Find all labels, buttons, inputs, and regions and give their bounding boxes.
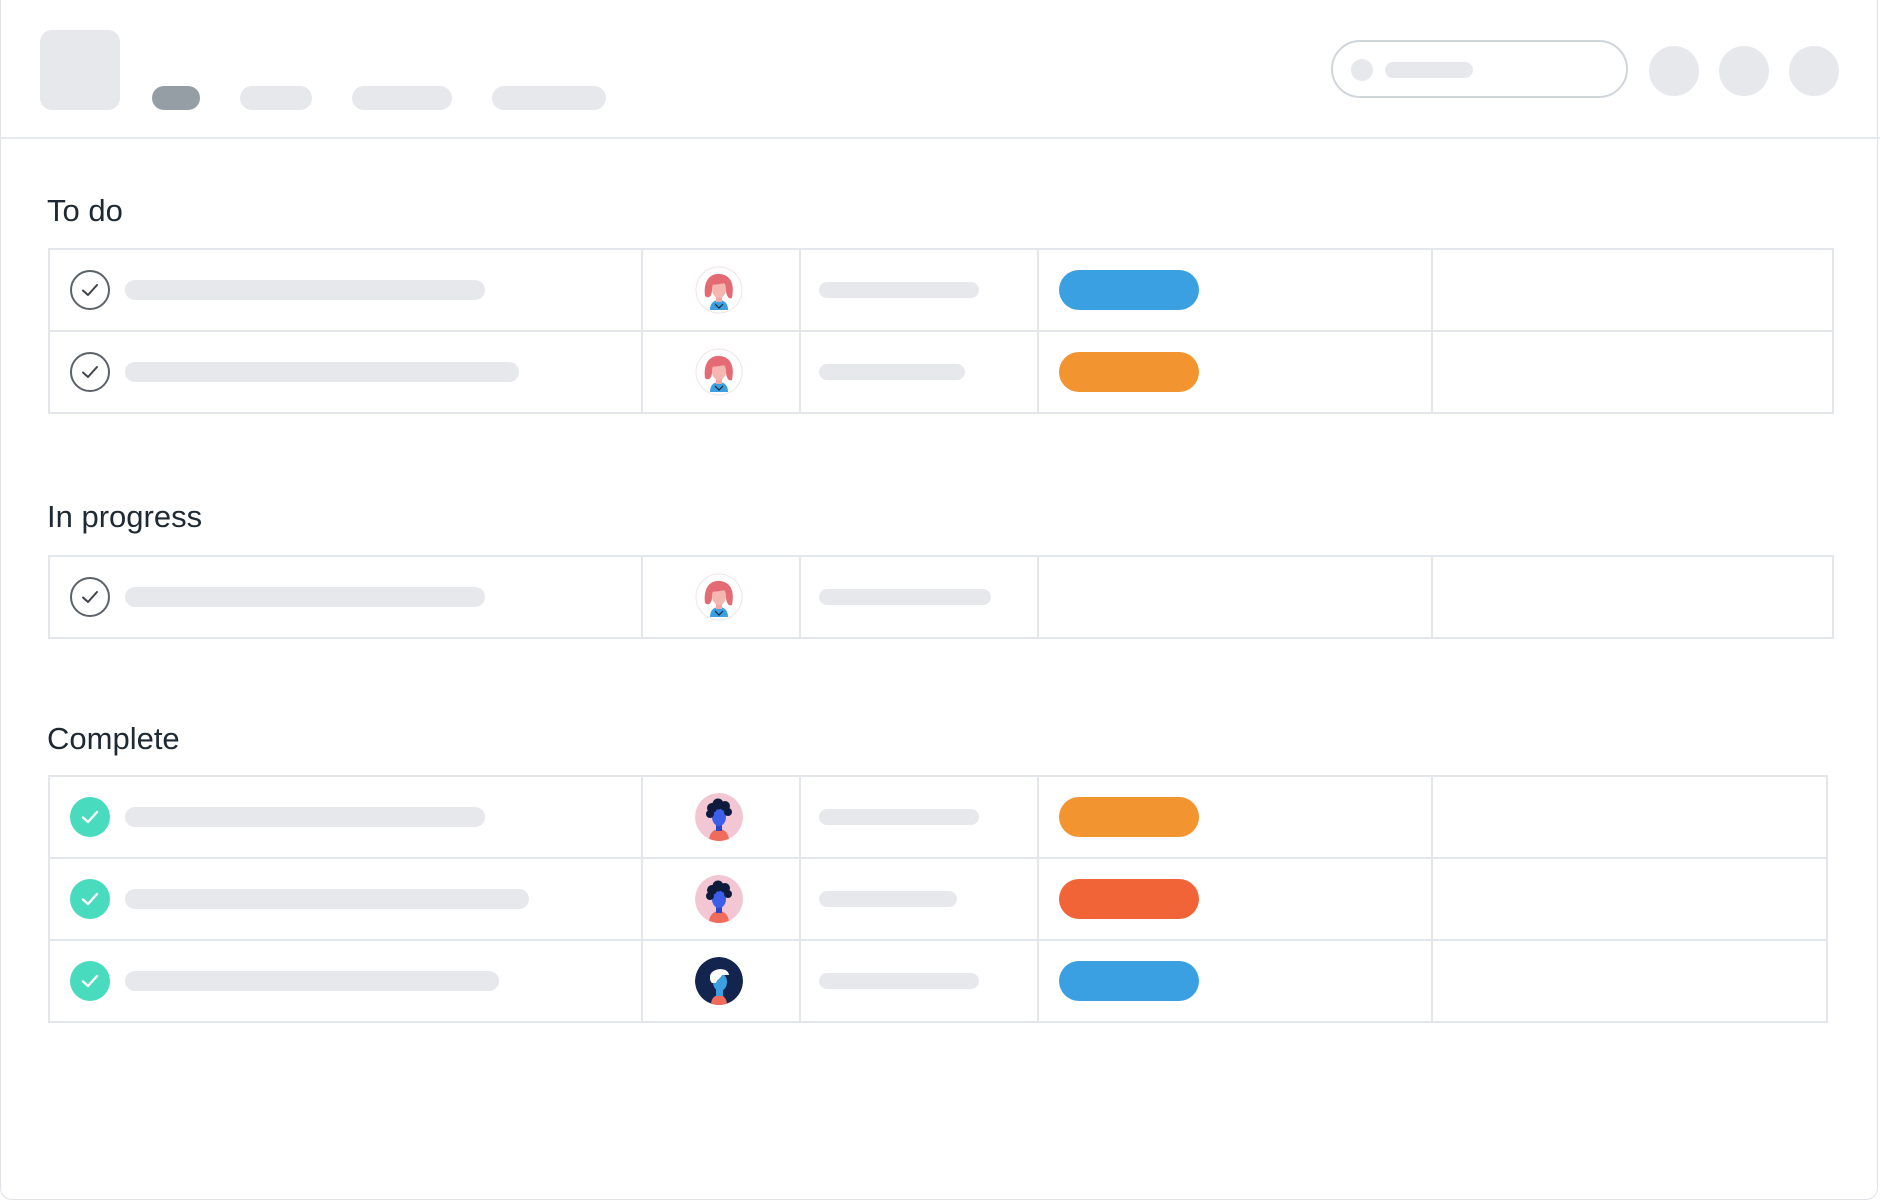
profile-icon[interactable] [1649, 46, 1699, 96]
empty-cell [1431, 330, 1834, 414]
due-date-cell [799, 939, 1039, 1023]
nav-tab-4[interactable] [492, 86, 606, 110]
completed-check-icon[interactable] [70, 961, 110, 1001]
task-title-placeholder[interactable] [125, 587, 485, 607]
assignee-cell [641, 857, 801, 941]
due-date-placeholder[interactable] [819, 589, 991, 605]
task-name-cell [48, 330, 643, 414]
due-date-cell [799, 775, 1039, 859]
top-bar [0, 0, 1880, 139]
curly-haired-person-avatar[interactable] [695, 793, 743, 841]
assignee-cell [641, 248, 801, 332]
tag-blue[interactable] [1059, 961, 1199, 1001]
section-title-in-progress: In progress [47, 499, 203, 534]
empty-cell [1431, 555, 1834, 639]
red-haired-woman-avatar[interactable] [695, 348, 743, 396]
red-haired-woman-avatar[interactable] [695, 266, 743, 314]
task-table-complete [48, 775, 1828, 1023]
task-row[interactable] [48, 248, 1834, 332]
task-name-cell [48, 248, 643, 332]
task-row[interactable] [48, 939, 1828, 1023]
task-title-placeholder[interactable] [125, 280, 485, 300]
curly-haired-person-avatar[interactable] [695, 875, 743, 923]
empty-cell [1431, 939, 1828, 1023]
task-row[interactable] [48, 775, 1828, 859]
due-date-cell [799, 330, 1039, 414]
section-title-complete: Complete [47, 721, 180, 756]
task-name-cell [48, 939, 643, 1023]
search-placeholder [1385, 62, 1473, 78]
task-title-placeholder[interactable] [125, 971, 499, 991]
nav-tab-1[interactable] [152, 86, 200, 110]
app-logo[interactable] [40, 30, 120, 110]
nav-tab-2[interactable] [240, 86, 312, 110]
notifications-icon[interactable] [1719, 46, 1769, 96]
settings-icon[interactable] [1789, 46, 1839, 96]
tag-cell [1037, 857, 1433, 941]
tag-cell [1037, 555, 1433, 639]
section-title-to-do: To do [47, 193, 123, 228]
due-date-cell [799, 248, 1039, 332]
assignee-cell [641, 939, 801, 1023]
task-row[interactable] [48, 857, 1828, 941]
task-table-in-progress [48, 555, 1834, 639]
due-date-placeholder[interactable] [819, 973, 979, 989]
task-row[interactable] [48, 555, 1834, 639]
red-haired-woman-avatar[interactable] [695, 573, 743, 621]
due-date-placeholder[interactable] [819, 809, 979, 825]
assignee-cell [641, 775, 801, 859]
completed-check-icon[interactable] [70, 797, 110, 837]
tag-cell [1037, 775, 1433, 859]
completed-check-icon[interactable] [70, 879, 110, 919]
due-date-placeholder[interactable] [819, 364, 965, 380]
due-date-placeholder[interactable] [819, 891, 957, 907]
task-name-cell [48, 555, 643, 639]
task-row[interactable] [48, 330, 1834, 414]
complete-toggle-icon[interactable] [70, 270, 110, 310]
assignee-cell [641, 330, 801, 414]
tag-orange[interactable] [1059, 352, 1199, 392]
tag-blue[interactable] [1059, 270, 1199, 310]
task-title-placeholder[interactable] [125, 362, 519, 382]
blue-haired-person-avatar[interactable] [695, 957, 743, 1005]
due-date-cell [799, 857, 1039, 941]
complete-toggle-icon[interactable] [70, 577, 110, 617]
tag-cell [1037, 248, 1433, 332]
assignee-cell [641, 555, 801, 639]
task-table-to-do [48, 248, 1834, 414]
task-name-cell [48, 775, 643, 859]
tag-cell [1037, 939, 1433, 1023]
tag-cell [1037, 330, 1433, 414]
task-name-cell [48, 857, 643, 941]
tag-orange[interactable] [1059, 797, 1199, 837]
search-input[interactable] [1331, 40, 1628, 98]
empty-cell [1431, 857, 1828, 941]
empty-cell [1431, 775, 1828, 859]
search-icon [1351, 59, 1373, 81]
due-date-placeholder[interactable] [819, 282, 979, 298]
nav-tab-3[interactable] [352, 86, 452, 110]
empty-cell [1431, 248, 1834, 332]
tag-red[interactable] [1059, 879, 1199, 919]
task-title-placeholder[interactable] [125, 807, 485, 827]
task-title-placeholder[interactable] [125, 889, 529, 909]
due-date-cell [799, 555, 1039, 639]
complete-toggle-icon[interactable] [70, 352, 110, 392]
